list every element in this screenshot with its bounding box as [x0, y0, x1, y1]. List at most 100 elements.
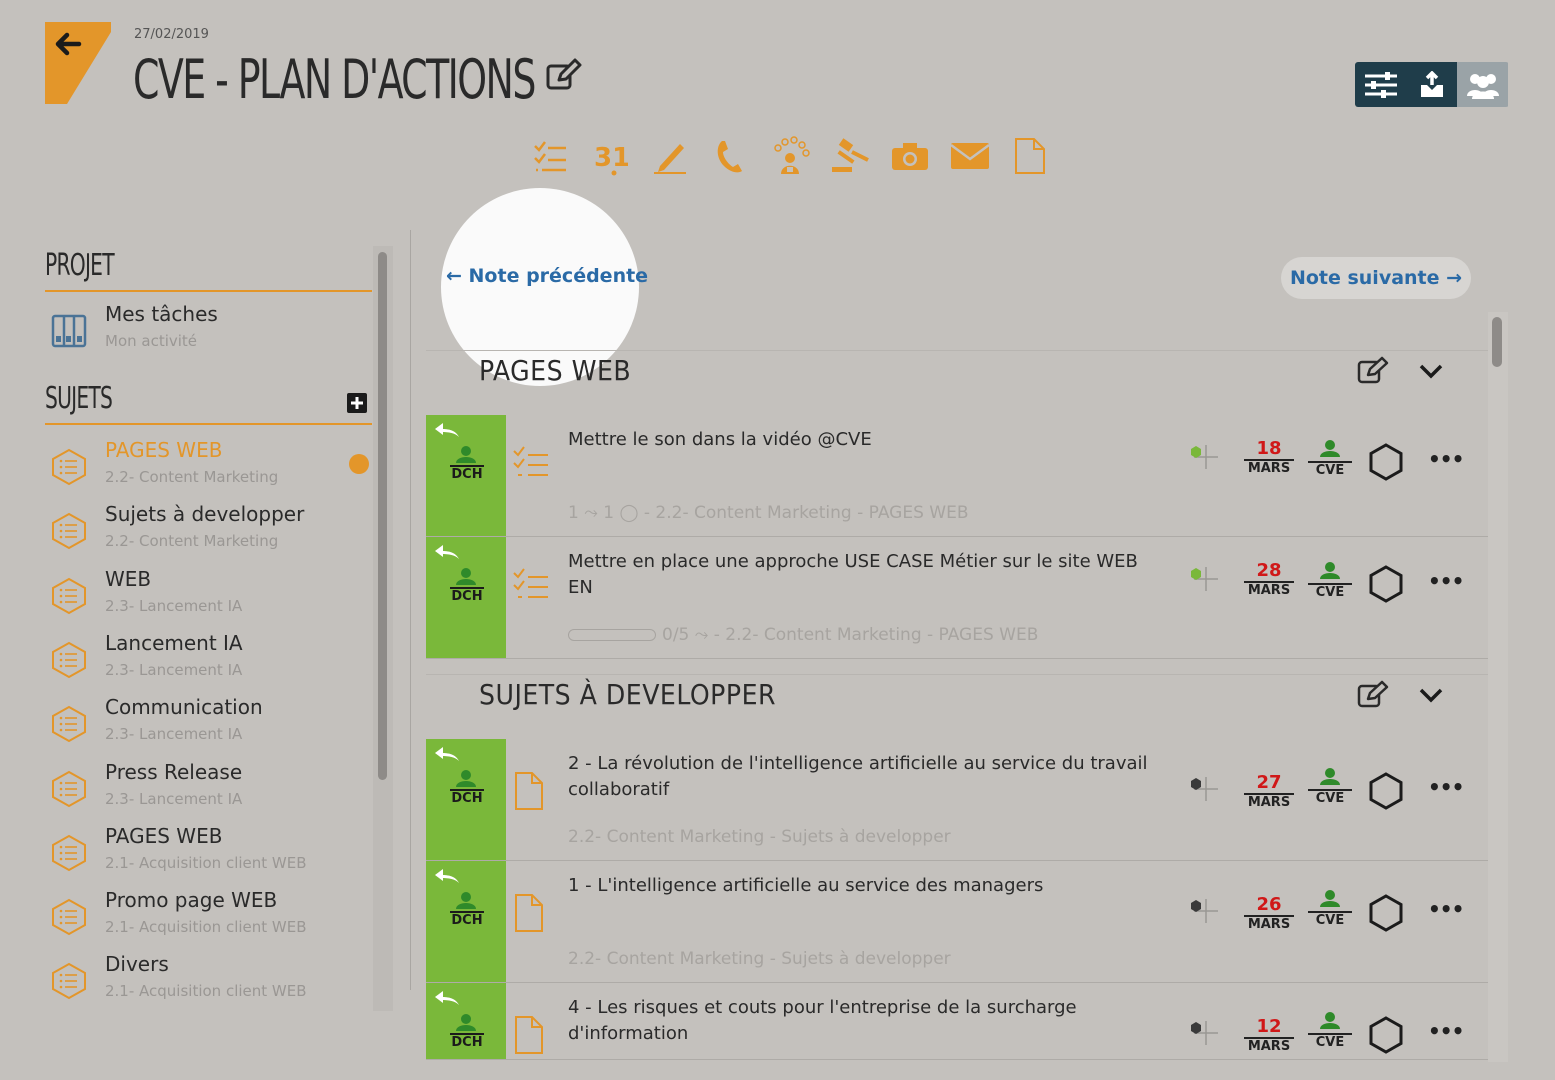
add-subtask-icon[interactable] — [1186, 1017, 1220, 1051]
due-date[interactable]: 26 MARS — [1244, 895, 1294, 933]
status-hexagon-icon[interactable] — [1367, 564, 1405, 608]
sidebar-item-subject[interactable]: PAGES WEB 2.2- Content Marketing — [45, 436, 375, 500]
user-icon — [454, 567, 478, 589]
reply-icon[interactable] — [433, 421, 461, 443]
due-date[interactable]: 12 MARS — [1244, 1017, 1294, 1055]
task-meta: 0/5 ⤳ - 2.2- Content Marketing - PAGES W… — [568, 625, 1038, 645]
task-row[interactable]: DCH 2 - La révolution de l'intelligence … — [426, 739, 1488, 861]
reply-icon[interactable] — [433, 745, 461, 767]
add-subtask-icon[interactable] — [1186, 563, 1220, 597]
mail-icon[interactable] — [940, 132, 1000, 180]
task-row[interactable]: DCH Mettre en place une approche USE CAS… — [426, 537, 1488, 659]
task-text[interactable]: 4 - Les risques et couts pour l'entrepri… — [568, 995, 1158, 1047]
due-date[interactable]: 28 MARS — [1244, 561, 1294, 599]
subject-list-icon — [51, 834, 87, 876]
more-options-icon[interactable]: ••• — [1428, 569, 1464, 593]
document-icon[interactable] — [1000, 132, 1060, 180]
more-options-icon[interactable]: ••• — [1428, 1019, 1464, 1043]
sidebar-scrollbar[interactable] — [373, 246, 393, 1011]
task-text[interactable]: 1 - L'intelligence artificielle au servi… — [568, 873, 1158, 899]
sidebar-item-subject[interactable]: PAGES WEB 2.1- Acquisition client WEB — [45, 822, 375, 886]
add-subtask-icon[interactable] — [1186, 895, 1220, 929]
due-date[interactable]: 27 MARS — [1244, 773, 1294, 811]
task-text[interactable]: Mettre le son dans la vidéo @CVE — [568, 427, 1158, 453]
chevron-down-icon[interactable] — [1418, 686, 1444, 708]
camera-icon[interactable] — [880, 132, 940, 180]
phone-icon[interactable] — [700, 132, 760, 180]
task-row[interactable]: DCH 4 - Les risques et couts pour l'entr… — [426, 983, 1488, 1060]
more-options-icon[interactable]: ••• — [1428, 897, 1464, 921]
more-options-icon[interactable]: ••• — [1428, 447, 1464, 471]
back-button[interactable] — [45, 22, 111, 104]
status-hexagon-icon[interactable] — [1367, 1015, 1405, 1059]
team-icon[interactable] — [1457, 62, 1508, 107]
edit-title-icon[interactable] — [545, 58, 583, 96]
reply-icon[interactable] — [433, 867, 461, 889]
edit-section-icon[interactable] — [1357, 680, 1389, 714]
more-options-icon[interactable]: ••• — [1428, 775, 1464, 799]
previous-note-link[interactable]: ← Note précédente — [446, 265, 648, 287]
sidebar-item-subject[interactable]: Promo page WEB 2.1- Acquisition client W… — [45, 886, 375, 950]
status-hexagon-icon[interactable] — [1367, 771, 1405, 815]
assignee-block[interactable]: DCH — [426, 415, 506, 536]
document-icon — [510, 891, 546, 937]
reply-icon[interactable] — [433, 989, 461, 1011]
next-note-button[interactable]: Note suivante → — [1281, 257, 1471, 299]
my-tasks-sub: Mon activité — [105, 332, 198, 350]
task-meta-text: 0/5 ⤳ - 2.2- Content Marketing - PAGES W… — [662, 625, 1039, 645]
assignee-block[interactable]: DCH — [426, 537, 506, 658]
edit-section-icon[interactable] — [1357, 356, 1389, 390]
assignee-block[interactable]: DCH — [426, 983, 506, 1059]
due-date[interactable]: 18 MARS — [1244, 439, 1294, 477]
my-tasks-item[interactable]: Mes tâches Mon activité — [45, 300, 375, 364]
user-icon — [454, 891, 478, 913]
sidebar-item-subject[interactable]: WEB 2.3- Lancement IA — [45, 565, 375, 629]
subject-list-icon — [51, 962, 87, 1004]
task-text[interactable]: Mettre en place une approche USE CASE Mé… — [568, 549, 1158, 601]
document-icon — [510, 1013, 546, 1059]
subject-sub: 2.2- Content Marketing — [105, 532, 279, 551]
sidebar-item-subject[interactable]: Lancement IA 2.3- Lancement IA — [45, 629, 375, 693]
main-scrollbar[interactable] — [1488, 312, 1508, 1062]
sidebar-item-subject[interactable]: Communication 2.3- Lancement IA — [45, 693, 375, 757]
my-tasks-label: Mes tâches — [105, 302, 218, 326]
reply-icon[interactable] — [433, 543, 461, 565]
status-hexagon-icon[interactable] — [1367, 893, 1405, 937]
calendar-31-icon[interactable]: 31 — [580, 132, 640, 180]
owner[interactable]: CVE — [1308, 561, 1352, 601]
sliders-icon[interactable] — [1355, 62, 1406, 107]
due-day: 27 — [1256, 772, 1282, 793]
assignee-block[interactable]: DCH — [426, 739, 506, 860]
sidebar-scroll-thumb[interactable] — [378, 252, 387, 780]
task-row[interactable]: DCH Mettre le son dans la vidéo @CVE 1 ⤳… — [426, 415, 1488, 537]
meeting-icon[interactable] — [760, 132, 820, 180]
status-hexagon-icon[interactable] — [1367, 442, 1405, 486]
due-month: MARS — [1244, 793, 1294, 811]
add-subtask-icon[interactable] — [1186, 441, 1220, 475]
subject-sub: 2.1- Acquisition client WEB — [105, 853, 307, 872]
main-scroll-thumb[interactable] — [1492, 317, 1502, 367]
checklist-icon[interactable] — [520, 132, 580, 180]
chevron-down-icon[interactable] — [1418, 362, 1444, 384]
gavel-icon[interactable] — [820, 132, 880, 180]
task-meta-text: 2.2- Content Marketing - Sujets à develo… — [568, 827, 951, 847]
sidebar-item-subject[interactable]: Sujets à developper 2.2- Content Marketi… — [45, 500, 375, 564]
export-icon[interactable] — [1406, 62, 1457, 107]
calendar-day-text: 31 — [594, 143, 628, 173]
assignee-block[interactable]: DCH — [426, 861, 506, 982]
task-meta: 2.2- Content Marketing - Sujets à develo… — [568, 949, 951, 969]
pencil-icon[interactable] — [640, 132, 700, 180]
owner[interactable]: CVE — [1308, 1011, 1352, 1051]
owner[interactable]: CVE — [1308, 439, 1352, 479]
user-icon — [454, 1013, 478, 1035]
owner[interactable]: CVE — [1308, 889, 1352, 929]
add-subtask-icon[interactable] — [1186, 773, 1220, 807]
add-subject-button[interactable] — [347, 393, 367, 413]
sidebar-item-subject[interactable]: Press Release 2.3- Lancement IA — [45, 758, 375, 822]
sidebar-item-subject[interactable]: Divers 2.1- Acquisition client WEB — [45, 950, 375, 1014]
owner[interactable]: CVE — [1308, 767, 1352, 807]
sujets-divider — [45, 423, 372, 425]
section-divider — [426, 350, 1488, 351]
task-text[interactable]: 2 - La révolution de l'intelligence arti… — [568, 751, 1158, 803]
task-row[interactable]: DCH 1 - L'intelligence artificielle au s… — [426, 861, 1488, 983]
